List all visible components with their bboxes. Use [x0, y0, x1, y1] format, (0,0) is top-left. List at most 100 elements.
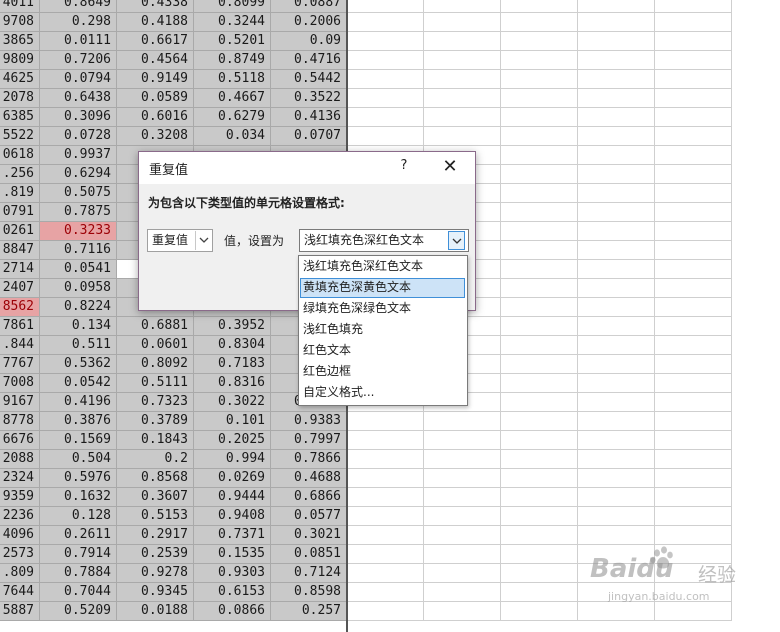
grid-cell[interactable] [501, 108, 578, 127]
grid-cell[interactable]: 0.9937 [40, 146, 117, 165]
grid-cell[interactable]: 0.7884 [40, 564, 117, 583]
chevron-down-icon[interactable] [448, 231, 465, 250]
grid-cell[interactable] [501, 184, 578, 203]
grid-cell[interactable]: 0.5976 [40, 469, 117, 488]
grid-cell[interactable] [578, 507, 655, 526]
grid-cell[interactable]: 0.0542 [40, 374, 117, 393]
grid-cell[interactable]: 5522 [0, 127, 40, 146]
grid-cell[interactable]: 4011 [0, 0, 40, 13]
grid-cell[interactable] [655, 298, 732, 317]
grid-cell[interactable]: 0.3021 [271, 526, 347, 545]
grid-cell[interactable]: 0.3607 [117, 488, 194, 507]
grid-cell[interactable]: 0.8224 [40, 298, 117, 317]
grid-cell[interactable]: 0.134 [40, 317, 117, 336]
grid-cell[interactable] [347, 32, 424, 51]
dropdown-option[interactable]: 黄填充色深黄色文本 [300, 278, 465, 298]
grid-cell[interactable] [655, 32, 732, 51]
grid-cell[interactable] [655, 108, 732, 127]
grid-cell[interactable] [501, 51, 578, 70]
grid-cell[interactable] [424, 0, 501, 13]
grid-cell[interactable]: 0.101 [194, 412, 271, 431]
grid-cell[interactable] [578, 241, 655, 260]
grid-cell[interactable] [501, 526, 578, 545]
grid-cell[interactable]: 0.5201 [194, 32, 271, 51]
grid-cell[interactable]: 0.7875 [40, 203, 117, 222]
grid-cell[interactable]: 0.4196 [40, 393, 117, 412]
grid-cell[interactable]: 0.2539 [117, 545, 194, 564]
grid-cell[interactable] [501, 279, 578, 298]
grid-cell[interactable]: 0.9149 [117, 70, 194, 89]
grid-cell[interactable]: 0.3022 [194, 393, 271, 412]
grid-cell[interactable]: 0.298 [40, 13, 117, 32]
grid-cell[interactable]: 0.0887 [271, 0, 347, 13]
grid-cell[interactable] [424, 13, 501, 32]
grid-cell[interactable] [424, 70, 501, 89]
grid-cell[interactable]: 9167 [0, 393, 40, 412]
grid-cell[interactable] [578, 222, 655, 241]
grid-cell[interactable]: 0.4136 [271, 108, 347, 127]
grid-cell[interactable] [424, 127, 501, 146]
grid-cell[interactable]: 0.0794 [40, 70, 117, 89]
grid-cell[interactable] [655, 70, 732, 89]
grid-cell[interactable]: 0.511 [40, 336, 117, 355]
grid-cell[interactable]: 0.9303 [194, 564, 271, 583]
grid-cell[interactable]: 0.8649 [40, 0, 117, 13]
grid-cell[interactable]: 0.6153 [194, 583, 271, 602]
grid-cell[interactable]: 0.0958 [40, 279, 117, 298]
grid-cell[interactable] [501, 507, 578, 526]
grid-cell[interactable]: 0.7183 [194, 355, 271, 374]
grid-cell[interactable]: 0.3244 [194, 13, 271, 32]
grid-cell[interactable] [347, 488, 424, 507]
grid-cell[interactable] [424, 412, 501, 431]
grid-cell[interactable] [501, 469, 578, 488]
grid-cell[interactable]: 2573 [0, 545, 40, 564]
grid-cell[interactable] [347, 412, 424, 431]
grid-cell[interactable]: 0.7997 [271, 431, 347, 450]
grid-cell[interactable]: 6676 [0, 431, 40, 450]
grid-cell[interactable] [501, 488, 578, 507]
grid-cell[interactable] [655, 165, 732, 184]
grid-cell[interactable] [655, 127, 732, 146]
grid-cell[interactable] [578, 89, 655, 108]
grid-cell[interactable] [655, 279, 732, 298]
grid-cell[interactable]: 0.8304 [194, 336, 271, 355]
grid-cell[interactable]: 0.5209 [40, 602, 117, 621]
grid-cell[interactable] [578, 355, 655, 374]
grid-cell[interactable]: 0.2 [117, 450, 194, 469]
grid-cell[interactable]: .819 [0, 184, 40, 203]
grid-cell[interactable] [424, 89, 501, 108]
grid-cell[interactable]: 0.2025 [194, 431, 271, 450]
grid-cell[interactable]: .844 [0, 336, 40, 355]
grid-cell[interactable] [501, 317, 578, 336]
grid-cell[interactable]: 0.5075 [40, 184, 117, 203]
grid-cell[interactable] [501, 450, 578, 469]
grid-cell[interactable]: 0.8099 [194, 0, 271, 13]
grid-cell[interactable] [655, 526, 732, 545]
help-button[interactable]: ? [397, 158, 411, 176]
grid-cell[interactable] [655, 374, 732, 393]
grid-cell[interactable]: 0.8598 [271, 583, 347, 602]
grid-cell[interactable]: 2714 [0, 260, 40, 279]
grid-cell[interactable] [501, 222, 578, 241]
chevron-down-icon[interactable] [195, 231, 212, 250]
grid-cell[interactable] [347, 89, 424, 108]
grid-cell[interactable]: 5887 [0, 602, 40, 621]
grid-cell[interactable] [655, 51, 732, 70]
dropdown-option[interactable]: 红色文本 [300, 341, 465, 361]
grid-cell[interactable] [501, 89, 578, 108]
grid-cell[interactable] [347, 469, 424, 488]
grid-cell[interactable]: 0.8316 [194, 374, 271, 393]
grid-cell[interactable] [655, 412, 732, 431]
grid-cell[interactable] [578, 108, 655, 127]
grid-cell[interactable]: 8778 [0, 412, 40, 431]
grid-cell[interactable]: 7644 [0, 583, 40, 602]
grid-cell[interactable]: 0.128 [40, 507, 117, 526]
grid-cell[interactable] [347, 564, 424, 583]
grid-cell[interactable]: 0.3952 [194, 317, 271, 336]
grid-cell[interactable] [578, 412, 655, 431]
grid-cell[interactable]: 0.3233 [40, 222, 117, 241]
grid-cell[interactable] [655, 450, 732, 469]
grid-cell[interactable] [347, 431, 424, 450]
grid-cell[interactable] [578, 203, 655, 222]
grid-cell[interactable]: 0261 [0, 222, 40, 241]
